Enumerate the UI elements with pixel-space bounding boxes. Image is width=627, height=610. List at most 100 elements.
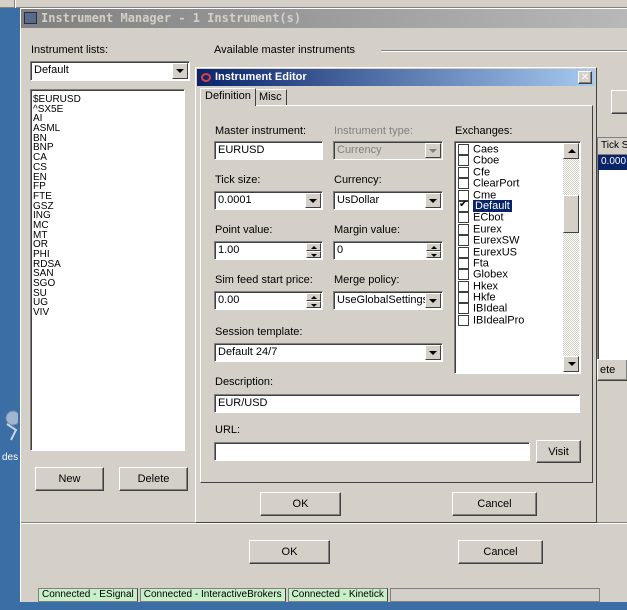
url-input[interactable] [214,442,530,461]
list-item[interactable]: UG [31,298,184,308]
tab-misc[interactable]: Misc [254,89,287,105]
editor-ok-button[interactable]: OK [260,492,341,516]
exchange-item[interactable]: Globex [456,269,562,281]
spin-down-icon[interactable] [426,250,441,258]
visit-button[interactable]: Visit [536,440,581,463]
new-button[interactable]: New [35,467,104,491]
editor-title-bar[interactable]: Instrument Editor ✕ [197,69,595,86]
exchange-item[interactable]: Hkfe [456,292,562,304]
instrument-type-select[interactable]: Currency [333,141,443,160]
spin-down-icon[interactable] [306,300,321,308]
exchange-item[interactable]: Caes [456,144,562,155]
exchange-checkbox[interactable] [458,166,469,178]
delete-master-button[interactable]: ete [597,359,627,381]
exchange-checkbox[interactable] [458,257,469,269]
exchange-checkbox[interactable] [458,144,469,155]
chevron-down-icon[interactable] [172,63,188,79]
close-icon[interactable]: ✕ [578,71,592,84]
exchange-checkbox[interactable] [458,314,469,326]
manager-cancel-button[interactable]: Cancel [458,540,543,564]
exchange-item[interactable]: EurexSW [456,235,562,247]
exchange-item[interactable]: IBIdeal [456,303,562,315]
exchange-item[interactable]: ECbot [456,212,562,224]
exchange-checkbox[interactable] [458,292,469,304]
list-item[interactable]: CS [31,162,184,173]
list-item[interactable]: MT [31,230,184,241]
description-input[interactable]: EUR/USD [214,394,580,413]
exchange-checkbox[interactable] [458,246,469,258]
merge-policy-select[interactable]: UseGlobalSettings [333,291,443,310]
scroll-up-icon[interactable] [563,143,579,159]
exchange-label: EurexUS [473,245,518,258]
exchange-item[interactable]: Eurex [456,224,562,235]
exchanges-scrollbar[interactable] [563,143,579,372]
chevron-down-icon[interactable] [425,193,441,208]
spin-up-icon[interactable] [306,293,321,301]
exchange-checkbox[interactable] [458,303,469,315]
exchange-checkbox[interactable] [458,235,469,247]
list-item[interactable]: ING [31,211,184,221]
scroll-down-icon[interactable] [563,356,579,372]
grid-row[interactable]: 0.000 [598,155,627,170]
instrument-list-select[interactable]: Default [30,61,190,81]
exchanges-listbox[interactable]: CaesCboeCfeClearPortCmeDefaultECbotEurex… [454,141,581,374]
exchange-item[interactable]: Cboe [456,155,562,167]
margin-value-stepper[interactable]: 0 [333,241,443,260]
list-item[interactable]: EN [31,172,184,183]
tick-size-select[interactable]: 0.0001 [214,191,323,210]
exchange-item[interactable]: Default [456,199,562,213]
list-item[interactable]: MC [31,221,184,231]
instrument-listbox[interactable]: $EURUSD ^SX5E AI ASML BN BNP CA CS EN FP FTE GSZ ING… [30,89,185,451]
list-item[interactable]: SU [31,288,184,299]
list-item[interactable]: OR [31,240,184,250]
exchange-item[interactable]: ClearPort [456,178,562,190]
chevron-down-icon[interactable] [425,293,441,308]
list-item[interactable]: ^SX5E [31,104,184,115]
editor-cancel-button[interactable]: Cancel [452,492,537,516]
exchange-checkbox[interactable] [458,155,469,167]
exchange-checkbox[interactable] [458,178,469,190]
list-item[interactable]: RDSA [31,259,184,270]
master-instrument-input[interactable]: EURUSD [214,141,323,160]
exchange-checkbox[interactable] [458,280,469,292]
instrument-editor-dialog: Instrument Editor ✕ Definition Misc Mast… [195,67,597,523]
exchange-item[interactable]: Hkex [456,281,562,292]
master-instruments-grid[interactable]: Tick S 0.000 [597,137,627,365]
scroll-thumb[interactable] [563,195,579,233]
manager-ok-button[interactable]: OK [249,540,330,564]
list-item[interactable]: ASML [31,124,184,134]
exchange-item[interactable]: Fta [456,258,562,269]
spin-up-icon[interactable] [306,243,321,251]
list-item[interactable]: CA [31,153,184,163]
manager-title-bar[interactable]: Instrument Manager - 1 Instrument(s) [21,9,627,28]
exchange-checkbox[interactable] [458,269,469,281]
exchange-item[interactable]: Cfe [456,167,562,178]
list-item[interactable]: VIV [31,308,184,318]
chevron-down-icon [425,143,441,158]
tab-definition[interactable]: Definition [200,88,256,106]
chevron-down-icon[interactable] [425,345,441,360]
list-item[interactable]: GSZ [31,201,184,212]
session-template-select[interactable]: Default 24/7 [214,343,443,362]
partial-button[interactable] [611,90,627,114]
chevron-down-icon[interactable] [305,193,321,208]
exchange-item[interactable]: EurexUS [456,245,562,258]
list-item[interactable]: SGO [31,279,184,289]
exchange-checkbox[interactable] [458,223,469,235]
exchange-item[interactable]: IBIdealPro [456,315,562,326]
currency-select[interactable]: UsDollar [333,191,443,210]
delete-button[interactable]: Delete [119,467,188,491]
tick-column-header[interactable]: Tick S [598,138,627,155]
exchange-item[interactable]: Cme [456,189,562,201]
exchange-checkbox[interactable] [458,199,469,212]
exchange-checkbox[interactable] [458,212,469,224]
list-item[interactable]: FP [31,182,184,192]
spin-up-icon[interactable] [426,243,441,251]
desktop-shortcut-icon[interactable] [4,400,21,444]
sim-feed-stepper[interactable]: 0.00 [214,291,323,310]
point-value-stepper[interactable]: 1.00 [214,241,323,260]
list-item[interactable]: FTE [31,192,184,202]
spin-down-icon[interactable] [306,250,321,258]
list-item[interactable]: BNP [31,143,184,153]
exchange-label: Caes [473,143,499,156]
